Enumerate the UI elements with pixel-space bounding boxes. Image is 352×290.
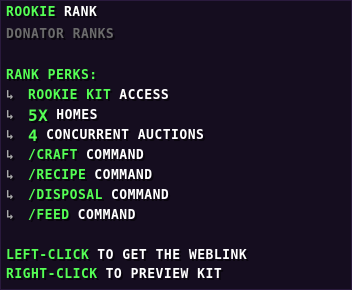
perk-text: COMMAND (77, 208, 136, 223)
arrow-icon: ↳ (6, 88, 15, 103)
perk-text: CONCURRENT AUCTIONS (46, 128, 205, 143)
arrow-icon: ↳ (6, 128, 15, 143)
arrow-icon: ↳ (6, 188, 15, 203)
perks-heading: RANK PERKS: (6, 68, 98, 83)
perk-text: COMMAND (94, 168, 153, 183)
title-line: ROOKIE RANK (6, 3, 97, 23)
rank-suffix: RANK (63, 5, 98, 20)
arrow-icon: ↳ (6, 208, 15, 223)
arrow-icon: ↳ (6, 108, 15, 123)
left-click-hint: LEFT-CLICK TO GET THE WEBLINK (6, 246, 247, 266)
left-click-key: LEFT-CLICK (6, 248, 90, 263)
perk-text: COMMAND (110, 188, 170, 203)
perk-text: COMMAND (85, 148, 145, 163)
right-click-text: TO PREVIEW KIT (105, 267, 223, 282)
perk-highlight: /FEED (28, 208, 70, 223)
perk-item: ↳ /DISPOSAL COMMAND (6, 186, 169, 206)
arrow-icon: ↳ (6, 168, 15, 183)
left-click-text: TO GET THE WEBLINK (97, 248, 248, 263)
perk-highlight: 5x (28, 106, 49, 125)
perk-item: ↳ /CRAFT COMMAND (6, 146, 144, 166)
perk-item: ↳ 4 CONCURRENT AUCTIONS (6, 126, 204, 146)
perk-item: ↳ ROOKIE KIT ACCESS (6, 86, 169, 106)
perk-highlight: /RECIPE (28, 168, 87, 183)
right-click-hint: RIGHT-CLICK TO PREVIEW KIT (6, 265, 222, 285)
perk-highlight: 4 (28, 126, 39, 145)
perk-highlight: /DISPOSAL (28, 188, 103, 203)
rank-name: ROOKIE (6, 5, 56, 20)
rank-tooltip: ROOKIE RANK DONATOR RANKS RANK PERKS: ↳ RO… (0, 0, 352, 290)
perks-heading-line: RANK PERKS: (6, 66, 98, 86)
arrow-icon: ↳ (6, 148, 15, 163)
perk-item: ↳ /RECIPE COMMAND (6, 166, 153, 186)
perk-text: ACCESS (119, 88, 170, 103)
subtitle-line: DONATOR RANKS (6, 25, 114, 45)
perk-text: HOMES (56, 108, 98, 123)
perk-item: ↳ /FEED COMMAND (6, 206, 136, 226)
perk-item: ↳ 5x HOMES (6, 106, 98, 126)
perk-highlight: ROOKIE KIT (28, 88, 112, 103)
right-click-key: RIGHT-CLICK (6, 267, 98, 282)
rank-category: DONATOR RANKS (6, 27, 115, 42)
perk-highlight: /CRAFT (28, 148, 78, 163)
